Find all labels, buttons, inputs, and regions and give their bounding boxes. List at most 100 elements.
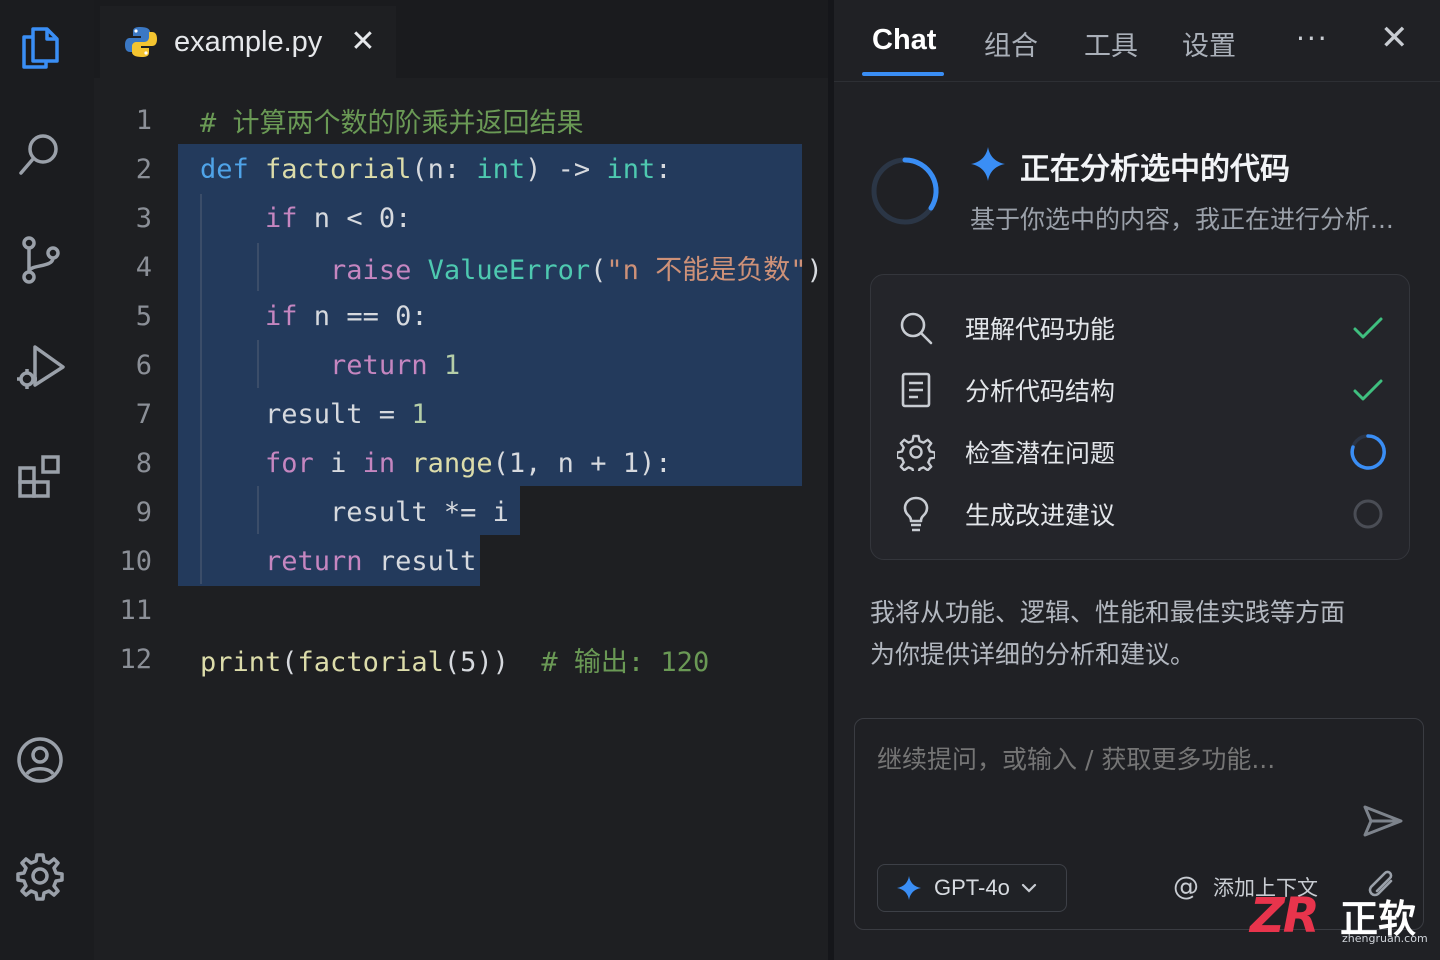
- code-token: 1: [427, 350, 461, 381]
- close-panel-button[interactable]: ✕: [1380, 18, 1409, 58]
- python-icon: [125, 27, 157, 57]
- code-token: result: [362, 546, 477, 577]
- watermark-url: zhengruan.com: [1342, 932, 1428, 945]
- sparkle-icon: [971, 147, 1005, 181]
- files-icon[interactable]: [14, 22, 66, 74]
- line-number: 12: [119, 644, 152, 675]
- more-options-button[interactable]: ···: [1296, 22, 1329, 55]
- loading-spinner-icon: [871, 157, 939, 225]
- line-source: result = 1: [200, 399, 428, 430]
- code-token: ValueError: [427, 255, 591, 286]
- line-number: 9: [135, 497, 152, 528]
- code-token: ): [806, 255, 823, 286]
- gear-icon: [897, 434, 935, 471]
- chat-input[interactable]: [877, 745, 1357, 774]
- code-token: result =: [200, 399, 412, 430]
- analysis-status-subtitle: 基于你选中的内容，我正在进行分析...: [970, 205, 1394, 234]
- code-token: in: [362, 448, 396, 479]
- analysis-status-title: 正在分析选中的代码: [1020, 152, 1290, 187]
- settings-gear-icon[interactable]: [14, 850, 66, 902]
- source-control-icon[interactable]: [14, 234, 66, 286]
- code-editor: example.py ✕ 1 # 计算两个数的阶乘并返回结果 2 def factor…: [94, 0, 828, 960]
- code-token: # 计算两个数的阶乘并返回结果: [200, 108, 584, 139]
- model-name: GPT-4o: [934, 875, 1010, 900]
- code-line[interactable]: 8 for i in range(1, n + 1):: [94, 439, 828, 488]
- code-token: int: [476, 154, 526, 185]
- code-line[interactable]: 1 # 计算两个数的阶乘并返回结果: [94, 96, 828, 145]
- code-token: :: [655, 154, 672, 185]
- code-token: n == 0:: [297, 301, 428, 332]
- code-token: raise: [330, 255, 428, 286]
- analysis-summary: 我将从功能、逻辑、性能和最佳实践等方面 为你提供详细的分析和建议。: [870, 592, 1410, 676]
- send-icon[interactable]: [1361, 799, 1405, 843]
- code-token: (1, n + 1):: [492, 448, 672, 479]
- code-token: return: [330, 350, 428, 381]
- tab-compose[interactable]: 组合: [984, 24, 1038, 63]
- analysis-steps-card: 理解代码功能 分析代码结构 检查潜在问题 生成改进建议: [870, 274, 1410, 560]
- code-line[interactable]: 7 result = 1: [94, 390, 828, 439]
- line-source: # 计算两个数的阶乘并返回结果: [200, 101, 584, 140]
- code-token: "n 不能是负数": [606, 255, 807, 286]
- code-line[interactable]: 5 if n == 0:: [94, 292, 828, 341]
- code-token: (: [590, 255, 607, 286]
- code-line[interactable]: 3 if n < 0:: [94, 194, 828, 243]
- step-understand: 理解代码功能: [871, 297, 1411, 359]
- check-icon: [1353, 379, 1383, 401]
- line-source: return 1: [200, 350, 460, 381]
- tab-tools[interactable]: 工具: [1084, 24, 1138, 63]
- document-icon: [901, 372, 931, 408]
- step-issues: 检查潜在问题: [871, 421, 1411, 483]
- code-token: if: [265, 301, 298, 332]
- code-token: # 输出: 120: [541, 647, 710, 678]
- panel-tabs: Chat 组合 工具 设置 ··· ✕: [834, 0, 1440, 82]
- code-line[interactable]: 12 print(factorial(5)) # 输出: 120: [94, 635, 828, 684]
- extensions-icon[interactable]: [14, 450, 66, 502]
- close-tab-icon[interactable]: ✕: [350, 27, 375, 57]
- progress-spinner-icon: [1350, 434, 1386, 470]
- line-number: 1: [135, 105, 152, 136]
- watermark-logo: ZR 正软 zhengruan.com: [1250, 888, 1430, 948]
- code-line[interactable]: 2 def factorial(n: int) -> int:: [94, 145, 828, 194]
- step-label: 检查潜在问题: [965, 439, 1116, 468]
- code-token: factorial: [297, 647, 444, 678]
- at-icon: @: [1173, 872, 1199, 902]
- code-line[interactable]: 6 return 1: [94, 341, 828, 390]
- active-tab-indicator: [862, 72, 944, 76]
- line-number: 4: [135, 252, 152, 283]
- step-label: 分析代码结构: [965, 377, 1116, 406]
- model-selector-button[interactable]: GPT-4o: [877, 864, 1067, 912]
- code-token: int: [606, 154, 656, 185]
- tab-chat[interactable]: Chat: [872, 24, 936, 57]
- line-number: 10: [119, 546, 152, 577]
- line-source: def factorial(n: int) -> int:: [200, 154, 671, 185]
- editor-tab-example-py[interactable]: example.py ✕: [100, 6, 396, 78]
- code-token: def: [200, 154, 266, 185]
- code-line[interactable]: 9 result *= i: [94, 488, 828, 537]
- account-icon[interactable]: [14, 734, 66, 786]
- code-token: ) ->: [525, 154, 607, 185]
- step-label: 生成改进建议: [965, 501, 1116, 530]
- code-token: print: [200, 647, 282, 678]
- code-line[interactable]: 11: [94, 586, 828, 635]
- line-number: 8: [135, 448, 152, 479]
- line-number: 7: [135, 399, 152, 430]
- code-token: n < 0:: [297, 203, 412, 234]
- code-line[interactable]: 4 raise ValueError("n 不能是负数"): [94, 243, 828, 292]
- step-structure: 分析代码结构: [871, 359, 1411, 421]
- search-icon[interactable]: [14, 128, 66, 180]
- run-debug-icon[interactable]: [14, 340, 66, 392]
- line-source: print(factorial(5)) # 输出: 120: [200, 640, 709, 679]
- tab-settings[interactable]: 设置: [1182, 24, 1236, 63]
- code-token: return: [265, 546, 363, 577]
- activity-bar: [0, 0, 94, 960]
- code-token: for: [265, 448, 314, 479]
- code-line[interactable]: 10 return result: [94, 537, 828, 586]
- line-number: 3: [135, 203, 152, 234]
